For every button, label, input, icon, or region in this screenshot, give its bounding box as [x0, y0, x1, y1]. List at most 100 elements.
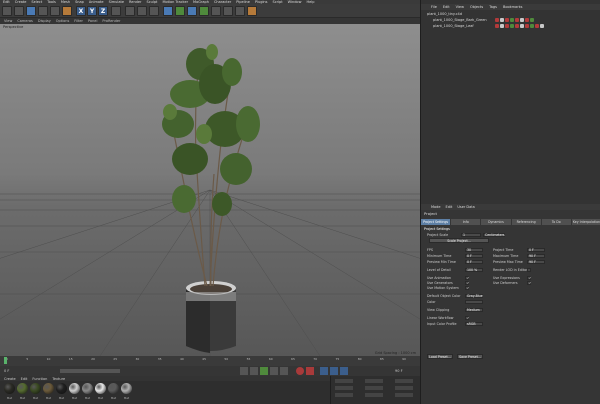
- object-name[interactable]: plant_1000_tiny.c4d: [427, 12, 462, 16]
- attribute-tab[interactable]: Info: [451, 219, 481, 225]
- keyframe-rotation-icon[interactable]: [340, 367, 348, 375]
- size-y-field[interactable]: [365, 386, 383, 390]
- object-row[interactable]: plant_1000_tiny.c4d: [421, 12, 600, 17]
- texture-tag-icon[interactable]: [500, 18, 504, 22]
- current-frame-field[interactable]: 0 F: [4, 369, 9, 373]
- object-menu-item[interactable]: File: [431, 5, 437, 9]
- live-selection-icon[interactable]: [26, 6, 36, 16]
- scale-project-button[interactable]: Scale Project...: [429, 238, 489, 243]
- texture-tag-icon[interactable]: [535, 24, 539, 28]
- viewport-menu-item[interactable]: View: [4, 19, 12, 23]
- end-frame-field[interactable]: 90 F: [395, 369, 403, 373]
- frame-range-slider[interactable]: [60, 369, 120, 373]
- deformer-icon[interactable]: [211, 6, 221, 16]
- attribute-tab[interactable]: Project Settings: [421, 219, 451, 225]
- texture-tag-icon[interactable]: [495, 18, 499, 22]
- go-to-end-icon[interactable]: [280, 367, 288, 375]
- texture-tag-icon[interactable]: [505, 18, 509, 22]
- autokey-icon[interactable]: [306, 367, 314, 375]
- attribute-field-value[interactable]: 1: [461, 233, 481, 237]
- texture-tag-icon[interactable]: [510, 18, 514, 22]
- attribute-field-value[interactable]: 0 F: [465, 260, 483, 264]
- undo-icon[interactable]: [2, 6, 12, 16]
- save-preset-button[interactable]: Save Preset...: [457, 354, 483, 359]
- viewport-menu-item[interactable]: ProRender: [102, 19, 120, 23]
- go-to-start-icon[interactable]: [240, 367, 248, 375]
- timeline-ruler[interactable]: 051015202530354045505560657075808590: [0, 356, 420, 366]
- texture-tag-icon[interactable]: [505, 24, 509, 28]
- x-axis-lock-button[interactable]: X: [76, 6, 86, 16]
- render-picture-viewer-icon[interactable]: [137, 6, 147, 16]
- texture-tag-icon[interactable]: [515, 18, 519, 22]
- texture-tag-icon[interactable]: [515, 24, 519, 28]
- object-name[interactable]: plant_1000_Stage_Bark_Green: [433, 18, 487, 22]
- viewport-menu-item[interactable]: Filter: [74, 19, 83, 23]
- texture-tag-icon[interactable]: [495, 24, 499, 28]
- position-z-field[interactable]: [335, 393, 353, 397]
- material-menu-item[interactable]: Create: [4, 377, 16, 381]
- attribute-tab[interactable]: Dynamics: [481, 219, 511, 225]
- attribute-field-value[interactable]: 90 F: [527, 254, 545, 258]
- object-row[interactable]: plant_1000_Stage_Bark_Green: [421, 18, 600, 23]
- subdivision-icon[interactable]: [187, 6, 197, 16]
- attribute-field-value[interactable]: 90 F: [527, 260, 545, 264]
- array-icon[interactable]: [199, 6, 209, 16]
- rotation-b-field[interactable]: [395, 393, 413, 397]
- attribute-field-value[interactable]: ✓: [527, 276, 532, 280]
- texture-tag-icon[interactable]: [500, 24, 504, 28]
- attribute-menu-item[interactable]: Mode: [431, 205, 441, 209]
- move-icon[interactable]: [38, 6, 48, 16]
- perspective-viewport[interactable]: Perspective Grid Spacing: 1000 cm: [0, 24, 420, 356]
- pen-icon[interactable]: [175, 6, 185, 16]
- material-swatch[interactable]: [82, 383, 93, 394]
- keyframe-scale-icon[interactable]: [330, 367, 338, 375]
- position-y-field[interactable]: [335, 386, 353, 390]
- size-x-field[interactable]: [365, 379, 383, 383]
- material-swatch[interactable]: [95, 383, 106, 394]
- previous-frame-icon[interactable]: [250, 367, 258, 375]
- play-icon[interactable]: [260, 367, 268, 375]
- attribute-field-value[interactable]: Gray-Blue: [465, 294, 483, 298]
- scale-icon[interactable]: [50, 6, 60, 16]
- material-swatch[interactable]: [121, 383, 132, 394]
- rotation-p-field[interactable]: [395, 386, 413, 390]
- viewport-menu-item[interactable]: Options: [56, 19, 70, 23]
- timeline-playhead[interactable]: [4, 357, 7, 364]
- material-swatch[interactable]: [4, 383, 15, 394]
- material-swatch[interactable]: [43, 383, 54, 394]
- units-dropdown[interactable]: Centimeters: [483, 233, 505, 237]
- material-swatch[interactable]: [30, 383, 41, 394]
- attribute-menu-item[interactable]: Edit: [446, 205, 453, 209]
- size-z-field[interactable]: [365, 393, 383, 397]
- keyframe-position-icon[interactable]: [320, 367, 328, 375]
- texture-tag-icon[interactable]: [530, 24, 534, 28]
- object-menu-item[interactable]: Tags: [489, 5, 497, 9]
- object-menu-item[interactable]: Objects: [470, 5, 483, 9]
- attribute-field-value[interactable]: ✓: [465, 286, 470, 290]
- material-swatch[interactable]: [108, 383, 119, 394]
- camera-icon[interactable]: [235, 6, 245, 16]
- attribute-tab[interactable]: Referencing: [511, 219, 541, 225]
- next-frame-icon[interactable]: [270, 367, 278, 375]
- attribute-field-value[interactable]: [465, 300, 483, 304]
- material-menu-item[interactable]: Edit: [21, 377, 28, 381]
- texture-tag-icon[interactable]: [525, 18, 529, 22]
- texture-tag-icon[interactable]: [540, 24, 544, 28]
- position-x-field[interactable]: [335, 379, 353, 383]
- coordinate-system-icon[interactable]: [111, 6, 121, 16]
- viewport-menu-item[interactable]: Panel: [88, 19, 97, 23]
- rotation-h-field[interactable]: [395, 379, 413, 383]
- material-swatch[interactable]: [69, 383, 80, 394]
- texture-tag-icon[interactable]: [520, 24, 524, 28]
- floor-icon[interactable]: [223, 6, 233, 16]
- material-swatch[interactable]: [56, 383, 67, 394]
- y-axis-lock-button[interactable]: Y: [87, 6, 97, 16]
- cube-icon[interactable]: [163, 6, 173, 16]
- load-preset-button[interactable]: Load Preset...: [427, 354, 453, 359]
- texture-tag-icon[interactable]: [510, 24, 514, 28]
- render-settings-icon[interactable]: [149, 6, 159, 16]
- material-menu-item[interactable]: Function: [32, 377, 47, 381]
- rotate-icon[interactable]: [62, 6, 72, 16]
- texture-tag-icon[interactable]: [525, 24, 529, 28]
- object-row[interactable]: plant_1000_Stage_Leaf: [421, 24, 600, 29]
